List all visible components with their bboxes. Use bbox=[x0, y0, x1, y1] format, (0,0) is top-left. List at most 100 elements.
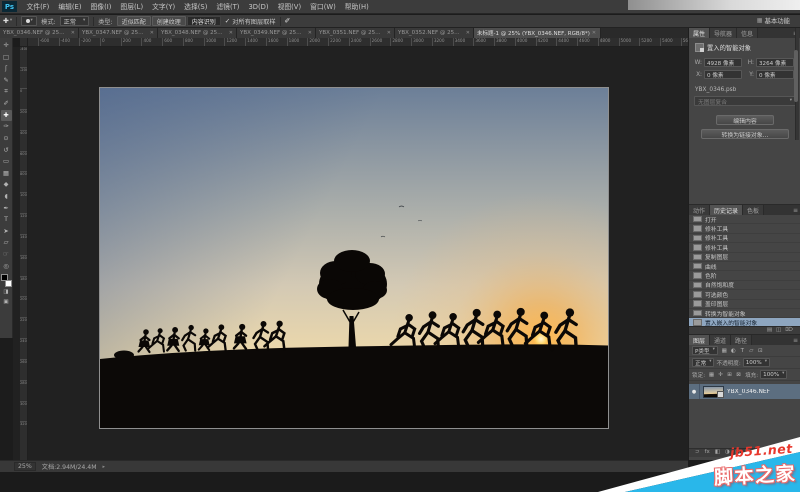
tool-brush[interactable]: ✑ bbox=[1, 121, 12, 133]
layer-thumbnail[interactable] bbox=[703, 385, 724, 398]
filter-shape-layers-icon[interactable]: ▱ bbox=[747, 348, 756, 354]
tool-gradient[interactable]: ▦ bbox=[1, 168, 12, 180]
close-icon[interactable]: ✕ bbox=[592, 30, 596, 36]
tool-pen[interactable]: ✒ bbox=[1, 202, 12, 214]
menu-item[interactable]: 窗口(W) bbox=[306, 0, 341, 14]
history-step[interactable]: 置入嵌入的智能对象 bbox=[689, 318, 800, 326]
tool-marquee[interactable]: □ bbox=[1, 52, 12, 64]
panel-tab[interactable]: 路径 bbox=[731, 335, 753, 345]
scrollbar-thumb[interactable] bbox=[794, 50, 798, 102]
close-icon[interactable]: ✕ bbox=[150, 30, 154, 36]
panel-tab[interactable]: 动作 bbox=[689, 205, 711, 215]
tool-type[interactable]: T bbox=[1, 214, 12, 226]
blend-mode-dropdown[interactable]: 正常 ▾ bbox=[692, 358, 715, 367]
horizontal-ruler[interactable]: -600 -400 -200 0 200 400 600 800 1000 1200 1400 160… bbox=[28, 38, 688, 47]
filter-adjustment-layers-icon[interactable]: ◐ bbox=[729, 348, 738, 354]
history-step[interactable]: 曲线 bbox=[689, 262, 800, 272]
menu-item[interactable]: 文件(F) bbox=[22, 0, 54, 14]
panel-tab[interactable]: 信息 bbox=[737, 28, 759, 38]
field-value[interactable]: 3264 像素 bbox=[756, 58, 794, 67]
lock-transparency-icon[interactable]: ▦ bbox=[707, 372, 716, 378]
sample-all-layers-checkbox[interactable]: ✓ 对所有图层取样 bbox=[225, 17, 276, 26]
document-tab[interactable]: YBX_0351.NEF @ 25%(RGB/8#)✕ bbox=[316, 28, 395, 38]
panel-tab[interactable]: 导航器 bbox=[710, 28, 738, 38]
tool-path-selection[interactable]: ➤ bbox=[1, 226, 12, 238]
history-scrollbar[interactable] bbox=[794, 28, 799, 140]
history-step[interactable]: 转换为智能对象 bbox=[689, 309, 800, 319]
close-icon[interactable]: ✕ bbox=[466, 30, 470, 36]
background-color-swatch[interactable] bbox=[4, 279, 12, 287]
panel-tab[interactable]: 属性 bbox=[689, 28, 711, 38]
tool-move[interactable]: ✛ bbox=[1, 40, 12, 52]
panel-tab[interactable]: 色板 bbox=[743, 205, 765, 215]
vertical-ruler[interactable]: -400 -200 0 200 400 600 800 1000 1200 1400 1600 180… bbox=[20, 47, 28, 460]
add-mask-icon[interactable]: ◧ bbox=[715, 450, 720, 456]
field-value[interactable]: 0 像素 bbox=[704, 70, 742, 79]
document-tab[interactable]: 未标题-1 @ 25% (YBX_0346.NEF, RGB/8*) ✕ bbox=[474, 28, 601, 38]
link-layers-icon[interactable]: ⊃ bbox=[695, 450, 700, 456]
close-icon[interactable]: ✕ bbox=[71, 30, 75, 36]
status-menu-arrow-icon[interactable]: ▸ bbox=[103, 464, 106, 470]
mode-dropdown[interactable]: 正常 ▾ bbox=[59, 16, 90, 26]
lock-all-icon[interactable]: ⊠ bbox=[734, 372, 743, 378]
tool-quick-selection[interactable]: ✎ bbox=[1, 75, 12, 87]
tool-eyedropper[interactable]: ✐ bbox=[1, 98, 12, 110]
filter-type-layers-icon[interactable]: T bbox=[738, 348, 747, 354]
history-step[interactable]: 可选颜色 bbox=[689, 290, 800, 300]
document-tab[interactable]: YBX_0349.NEF @ 25%(RGB/8#)✕ bbox=[237, 28, 316, 38]
filter-pixel-layers-icon[interactable]: ▦ bbox=[720, 348, 729, 354]
close-icon[interactable]: ✕ bbox=[229, 30, 233, 36]
delete-state-icon[interactable]: ⌦ bbox=[785, 327, 793, 334]
lock-pixels-icon[interactable]: ✛ bbox=[716, 372, 725, 378]
opacity-dropdown[interactable]: 100% ▾ bbox=[742, 358, 770, 367]
tool-blur[interactable]: ◆ bbox=[1, 179, 12, 191]
tool-hand[interactable]: ☞ bbox=[1, 249, 12, 261]
layer-comp-dropdown[interactable]: 无图层复合 ▾ bbox=[694, 96, 796, 106]
tool-spot-healing-brush[interactable]: ✚ bbox=[0, 109, 12, 122]
close-icon[interactable]: ✕ bbox=[308, 30, 312, 36]
menu-item[interactable]: 3D(D) bbox=[244, 0, 273, 14]
field-value[interactable]: 4928 像素 bbox=[704, 58, 742, 67]
menu-item[interactable]: 选择(S) bbox=[180, 0, 212, 14]
menu-item[interactable]: 图层(L) bbox=[116, 0, 148, 14]
layer-visibility-eye-icon[interactable]: ● bbox=[689, 384, 700, 399]
color-swatches[interactable] bbox=[0, 273, 12, 287]
document-tab[interactable]: YBX_0348.NEF @ 25%(RGB/8#)✕ bbox=[158, 28, 237, 38]
panel-tab[interactable]: 通道 bbox=[710, 335, 732, 345]
tool-lasso[interactable]: ʃ bbox=[1, 63, 12, 75]
history-step[interactable]: 盖印图层 bbox=[689, 300, 800, 309]
menu-item[interactable]: 文字(Y) bbox=[148, 0, 180, 14]
workspace-switcher[interactable]: ▦ 基本功能 bbox=[757, 15, 790, 26]
document-tab[interactable]: YBX_0352.NEF @ 25%(RGB/8#)✕ bbox=[395, 28, 474, 38]
edit-contents-button[interactable]: 编辑内容 bbox=[716, 115, 774, 125]
tool-zoom[interactable]: ◎ bbox=[1, 260, 12, 272]
history-step[interactable]: 复制图层 bbox=[689, 253, 800, 262]
panel-menu-icon[interactable]: ≡ bbox=[793, 335, 800, 345]
close-icon[interactable]: ✕ bbox=[387, 30, 391, 36]
history-step[interactable]: 色阶 bbox=[689, 271, 800, 281]
active-tool-preset[interactable]: ✚ ▾ bbox=[3, 17, 12, 25]
menu-item[interactable]: 滤镜(T) bbox=[212, 0, 244, 14]
screen-mode-button[interactable]: ▣ bbox=[1, 297, 12, 307]
lock-position-icon[interactable]: ⊞ bbox=[725, 372, 734, 378]
new-document-from-state-icon[interactable]: ▤ bbox=[767, 327, 772, 334]
tool-crop[interactable]: ⌗ bbox=[1, 86, 12, 98]
canvas-photo[interactable] bbox=[99, 87, 609, 429]
history-step[interactable]: 修补工具 bbox=[689, 234, 800, 244]
tool-eraser[interactable]: ▭ bbox=[1, 156, 12, 168]
layer-filter-dropdown[interactable]: P类型 ▾ bbox=[692, 346, 718, 355]
type-button[interactable]: 创建纹理 bbox=[151, 16, 186, 26]
quick-mask-button[interactable]: ◨ bbox=[1, 287, 12, 297]
history-step[interactable]: 修补工具 bbox=[689, 243, 800, 253]
menu-item[interactable]: 帮助(H) bbox=[340, 0, 373, 14]
field-value[interactable]: 0 像素 bbox=[756, 70, 794, 79]
convert-to-linked-button[interactable]: 转换为链接对象… bbox=[701, 129, 789, 139]
fill-dropdown[interactable]: 100% ▾ bbox=[760, 370, 788, 379]
menu-item[interactable]: 图像(I) bbox=[86, 0, 116, 14]
tool-history-brush[interactable]: ↺ bbox=[1, 144, 12, 156]
brush-picker[interactable]: ▾ bbox=[21, 16, 38, 26]
type-button[interactable]: 近似匹配 bbox=[116, 16, 151, 26]
new-snapshot-icon[interactable]: ◫ bbox=[776, 327, 781, 334]
menu-item[interactable]: 编辑(E) bbox=[54, 0, 86, 14]
panel-tab[interactable]: 图层 bbox=[689, 335, 711, 345]
